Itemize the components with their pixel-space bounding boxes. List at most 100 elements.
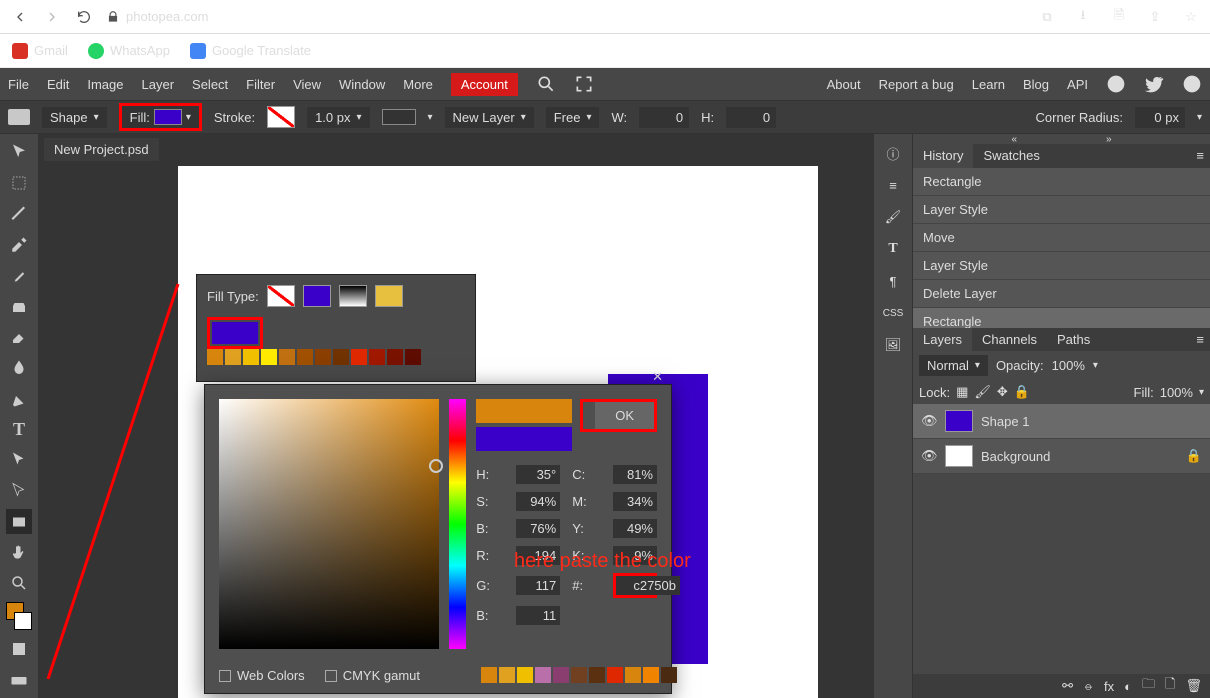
tab-history[interactable]: History (913, 144, 973, 168)
menu-select[interactable]: Select (192, 77, 228, 92)
swatch[interactable] (243, 349, 259, 365)
info-panel-icon[interactable]: ⓘ (880, 140, 906, 166)
copy-icon[interactable]: ⧉ (1038, 8, 1056, 26)
hue-slider[interactable] (449, 399, 466, 649)
k-input[interactable] (613, 546, 657, 565)
free-dropdown[interactable]: Free▾ (546, 107, 600, 128)
swatch[interactable] (225, 349, 241, 365)
swatch[interactable] (333, 349, 349, 365)
eraser-tool[interactable] (6, 325, 32, 350)
tab-paths[interactable]: Paths (1047, 328, 1100, 352)
link-layers-icon[interactable]: ⚯ (1062, 678, 1073, 694)
bookmark-whatsapp[interactable]: WhatsApp (88, 43, 170, 59)
swatch[interactable] (387, 349, 403, 365)
fullscreen-icon[interactable] (574, 74, 594, 94)
download-icon[interactable]: ⭳ (1074, 8, 1092, 26)
reddit-icon[interactable] (1106, 74, 1126, 94)
cmyk-gamut-checkbox[interactable]: CMYK gamut (325, 668, 420, 683)
menu-filter[interactable]: Filter (246, 77, 275, 92)
toggle-off-icon[interactable]: ⦵ (1083, 678, 1094, 694)
text-tool[interactable]: T (6, 417, 32, 442)
move-tool[interactable] (6, 140, 32, 165)
brush-panel-icon[interactable]: 🖌 (880, 204, 906, 230)
bb-input[interactable] (516, 606, 560, 625)
history-item[interactable]: Move (913, 224, 1210, 252)
wand-tool[interactable] (6, 202, 32, 227)
m-input[interactable] (613, 492, 657, 511)
eye-icon[interactable]: 👁 (921, 413, 937, 429)
bookmark-gmail[interactable]: Gmail (12, 43, 68, 59)
r-input[interactable] (516, 546, 560, 565)
menu-blog[interactable]: Blog (1023, 77, 1049, 92)
new-layer-icon[interactable]: 🗋 (1165, 675, 1175, 697)
current-fill-swatch[interactable] (212, 322, 258, 344)
swatch[interactable] (315, 349, 331, 365)
tab-layers[interactable]: Layers (913, 328, 972, 352)
newlayer-dropdown[interactable]: New Layer▾ (445, 107, 534, 128)
layer-row-background[interactable]: 👁 Background 🔒 (913, 439, 1210, 474)
layer-fill-value[interactable]: 100% (1160, 385, 1193, 400)
lock-move-icon[interactable]: ✥ (997, 384, 1008, 400)
page-icon[interactable]: 🗎 (1110, 8, 1128, 26)
web-colors-checkbox[interactable]: Web Colors (219, 668, 305, 683)
fill-option[interactable]: Fill:▾ (119, 103, 202, 131)
menu-api[interactable]: API (1067, 77, 1088, 92)
document-tab[interactable]: New Project.psd (44, 138, 159, 161)
shape-mode-dropdown[interactable]: Shape▾ (42, 107, 107, 128)
y-input[interactable] (613, 519, 657, 538)
url-bar[interactable]: photopea.com (106, 9, 208, 24)
history-item[interactable]: Delete Layer (913, 280, 1210, 308)
menu-about[interactable]: About (827, 77, 861, 92)
swatch[interactable] (499, 667, 515, 683)
pen-tool[interactable] (6, 386, 32, 411)
swatch[interactable] (625, 667, 641, 683)
layer-row-shape1[interactable]: 👁 Shape 1 (913, 404, 1210, 439)
hand-tool[interactable] (6, 540, 32, 565)
stroke-swatch[interactable] (267, 106, 295, 128)
swatch[interactable] (279, 349, 295, 365)
blend-mode-dropdown[interactable]: Normal▾ (919, 355, 988, 376)
image-panel-icon[interactable]: 🖼 (880, 332, 906, 358)
eye-icon[interactable]: 👁 (921, 448, 937, 464)
align-panel-icon[interactable]: ≡ (880, 172, 906, 198)
back-button[interactable] (10, 7, 30, 27)
twitter-icon[interactable] (1144, 74, 1164, 94)
fx-icon[interactable]: fx (1104, 679, 1114, 694)
swatch[interactable] (297, 349, 313, 365)
swatch[interactable] (369, 349, 385, 365)
hex-input[interactable] (616, 576, 680, 595)
reload-button[interactable] (74, 7, 94, 27)
swatch[interactable] (207, 349, 223, 365)
swatch[interactable] (351, 349, 367, 365)
w-input[interactable]: 0 (639, 107, 689, 128)
swatch[interactable] (405, 349, 421, 365)
color-swatches[interactable] (6, 602, 32, 631)
path-select-tool[interactable] (6, 448, 32, 473)
swatch[interactable] (607, 667, 623, 683)
menu-edit[interactable]: Edit (47, 77, 69, 92)
history-item[interactable]: Rectangle (913, 308, 1210, 328)
rectangle-tool[interactable] (6, 509, 32, 534)
fill-type-pattern[interactable] (375, 285, 403, 307)
corner-radius-input[interactable]: 0 px (1135, 107, 1185, 128)
fill-type-none[interactable] (267, 285, 295, 307)
trash-icon[interactable]: 🗑 (1185, 678, 1202, 694)
marquee-tool[interactable] (6, 171, 32, 196)
menu-learn[interactable]: Learn (972, 77, 1005, 92)
bookmark-translate[interactable]: Google Translate (190, 43, 311, 59)
menu-window[interactable]: Window (339, 77, 385, 92)
fill-type-gradient[interactable] (339, 285, 367, 307)
menu-report[interactable]: Report a bug (879, 77, 954, 92)
menu-more[interactable]: More (403, 77, 433, 92)
opacity-value[interactable]: 100% (1052, 358, 1085, 373)
ok-button[interactable]: OK (595, 402, 654, 429)
swatch[interactable] (481, 667, 497, 683)
zoom-tool[interactable] (6, 571, 32, 596)
saturation-value-box[interactable] (219, 399, 439, 649)
facebook-icon[interactable] (1182, 74, 1202, 94)
history-item[interactable]: Layer Style (913, 196, 1210, 224)
tab-swatches[interactable]: Swatches (973, 144, 1049, 168)
history-item[interactable]: Layer Style (913, 252, 1210, 280)
swatch[interactable] (571, 667, 587, 683)
folder-icon[interactable]: 🗀 (1142, 675, 1155, 697)
